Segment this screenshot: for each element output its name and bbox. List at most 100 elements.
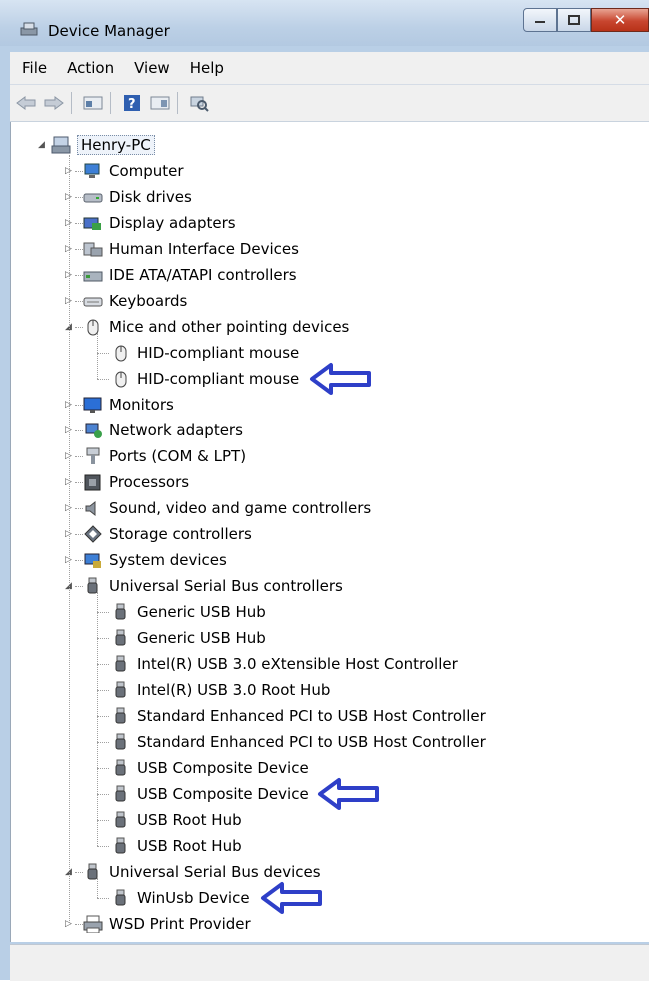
device-standard-enhanced-pci-to-usb-host-controller[interactable]: Standard Enhanced PCI to USB Host Contro…: [111, 730, 486, 754]
expand-arrow-icon[interactable]: ▷: [65, 296, 75, 306]
device-tree[interactable]: ◢ Henry-PC ▷ Computer ▷ Disk drives ▷ Display a…: [10, 122, 649, 942]
properties-button[interactable]: [81, 93, 105, 113]
category-system-devices[interactable]: System devices: [83, 548, 227, 572]
help-button[interactable]: ?: [120, 93, 144, 113]
category-universal-serial-bus-controllers[interactable]: Universal Serial Bus controllers: [83, 574, 343, 598]
device-standard-enhanced-pci-to-usb-host-controller[interactable]: Standard Enhanced PCI to USB Host Contro…: [111, 704, 486, 728]
category-monitors[interactable]: Monitors: [83, 393, 174, 417]
expand-arrow-icon[interactable]: ▷: [65, 244, 75, 254]
expand-arrow-icon[interactable]: ▷: [65, 451, 75, 461]
tree-connector-horizontal: [97, 638, 109, 640]
category-computer[interactable]: Computer: [83, 159, 184, 183]
usb-icon: [87, 577, 98, 594]
tree-item-label: Network adapters: [109, 421, 243, 440]
expand-arrow-icon[interactable]: ▷: [65, 919, 75, 929]
device-usb-composite-device[interactable]: USB Composite Device: [111, 756, 309, 780]
category-mice-and-other-pointing-devices[interactable]: Mice and other pointing devices: [83, 315, 349, 339]
minimize-button[interactable]: [523, 8, 557, 32]
category-network-adapters[interactable]: Network adapters: [83, 418, 243, 442]
device-hid-compliant-mouse[interactable]: HID-compliant mouse: [111, 367, 299, 391]
tree-connector-vertical: [69, 154, 70, 924]
expand-arrow-icon[interactable]: ▷: [65, 166, 75, 176]
tree-item-label: IDE ATA/ATAPI controllers: [109, 265, 297, 284]
expand-arrow-icon[interactable]: ▷: [65, 218, 75, 228]
category-sound-video-and-game-controllers[interactable]: Sound, video and game controllers: [83, 496, 371, 520]
menu-action[interactable]: Action: [67, 59, 114, 77]
expand-arrow-icon[interactable]: ▷: [65, 400, 75, 410]
device-winusb-device[interactable]: WinUsb Device: [111, 886, 250, 910]
expand-arrow-icon[interactable]: ▷: [65, 529, 75, 539]
collapse-arrow-icon[interactable]: ◢: [65, 322, 75, 332]
expand-arrow-icon[interactable]: ▷: [65, 503, 75, 513]
tree-item-label: Generic USB Hub: [137, 629, 266, 648]
back-button[interactable]: [14, 93, 38, 113]
tree-item-label: Monitors: [109, 395, 174, 414]
category-ports-com-lpt[interactable]: Ports (COM & LPT): [83, 444, 246, 468]
network-adapter-icon: [85, 423, 102, 439]
close-icon: ✕: [613, 11, 627, 29]
mouse-icon: [87, 319, 99, 336]
tree-item-label: Computer: [109, 161, 184, 180]
collapse-arrow-icon[interactable]: ◢: [38, 140, 48, 150]
tree-item-label: USB Composite Device: [137, 784, 309, 803]
window-title: Device Manager: [48, 22, 170, 40]
expand-arrow-icon[interactable]: ▷: [65, 555, 75, 565]
category-display-adapters[interactable]: Display adapters: [83, 211, 236, 235]
mouse-icon: [115, 371, 127, 388]
tree-item-label: WinUsb Device: [137, 888, 250, 907]
device-intel-r-usb-3-0-extensible-host-controller[interactable]: Intel(R) USB 3.0 eXtensible Host Control…: [111, 652, 458, 676]
computer-icon: [84, 163, 100, 178]
menu-help[interactable]: Help: [190, 59, 224, 77]
collapse-arrow-icon[interactable]: ◢: [65, 867, 75, 877]
tree-item-label: Keyboards: [109, 291, 188, 310]
collapse-arrow-icon[interactable]: ◢: [65, 581, 75, 591]
scan-hardware-button[interactable]: [187, 93, 211, 113]
tree-connector-vertical: [97, 592, 98, 846]
usb-icon: [115, 707, 126, 724]
close-button[interactable]: ✕: [591, 8, 649, 32]
device-intel-r-usb-3-0-root-hub[interactable]: Intel(R) USB 3.0 Root Hub: [111, 678, 330, 702]
expand-arrow-icon[interactable]: ▷: [65, 270, 75, 280]
tree-item-label: Standard Enhanced PCI to USB Host Contro…: [137, 706, 486, 725]
usb-icon: [115, 629, 126, 646]
tree-connector-horizontal: [97, 897, 109, 899]
device-usb-root-hub[interactable]: USB Root Hub: [111, 808, 242, 832]
title-bar[interactable]: Device Manager ✕: [0, 0, 649, 46]
tree-connector-horizontal: [75, 534, 83, 536]
menu-file[interactable]: File: [22, 59, 47, 77]
expand-arrow-icon[interactable]: ▷: [65, 425, 75, 435]
usb-icon: [115, 759, 126, 776]
tree-item-label: Universal Serial Bus devices: [109, 862, 321, 881]
tree-item-label: Universal Serial Bus controllers: [109, 577, 343, 596]
category-keyboards[interactable]: Keyboards: [83, 289, 187, 313]
category-ide-ata-atapi-controllers[interactable]: IDE ATA/ATAPI controllers: [83, 263, 297, 287]
tree-connector-horizontal: [97, 793, 109, 795]
device-usb-root-hub[interactable]: USB Root Hub: [111, 834, 242, 858]
forward-button[interactable]: [42, 93, 66, 113]
menu-view[interactable]: View: [134, 59, 170, 77]
device-manager-icon: [20, 22, 38, 36]
tree-connector-horizontal: [97, 767, 109, 769]
device-usb-composite-device[interactable]: USB Composite Device: [111, 782, 309, 806]
expand-arrow-icon[interactable]: ▷: [65, 192, 75, 202]
annotation-arrow-icon: [261, 881, 323, 914]
update-driver-button[interactable]: [148, 93, 172, 113]
root-node-label: Henry-PC: [77, 135, 155, 155]
menu-bar: File Action View Help: [10, 52, 649, 85]
category-disk-drives[interactable]: Disk drives: [83, 185, 192, 209]
hid-icon: [83, 242, 103, 257]
category-storage-controllers[interactable]: Storage controllers: [83, 522, 252, 546]
device-generic-usb-hub[interactable]: Generic USB Hub: [111, 600, 266, 624]
device-hid-compliant-mouse[interactable]: HID-compliant mouse: [111, 341, 299, 365]
tree-connector-horizontal: [75, 430, 83, 432]
maximize-button[interactable]: [557, 8, 591, 32]
sound-icon: [85, 501, 96, 517]
category-human-interface-devices[interactable]: Human Interface Devices: [83, 237, 299, 261]
category-processors[interactable]: Processors: [83, 470, 189, 494]
tree-root-node[interactable]: Henry-PC: [51, 133, 155, 157]
category-wsd-print-provider[interactable]: WSD Print Provider: [83, 912, 251, 936]
device-generic-usb-hub[interactable]: Generic USB Hub: [111, 626, 266, 650]
expand-arrow-icon[interactable]: ▷: [65, 477, 75, 487]
tree-item-label: USB Root Hub: [137, 836, 242, 855]
usb-icon: [115, 811, 126, 828]
